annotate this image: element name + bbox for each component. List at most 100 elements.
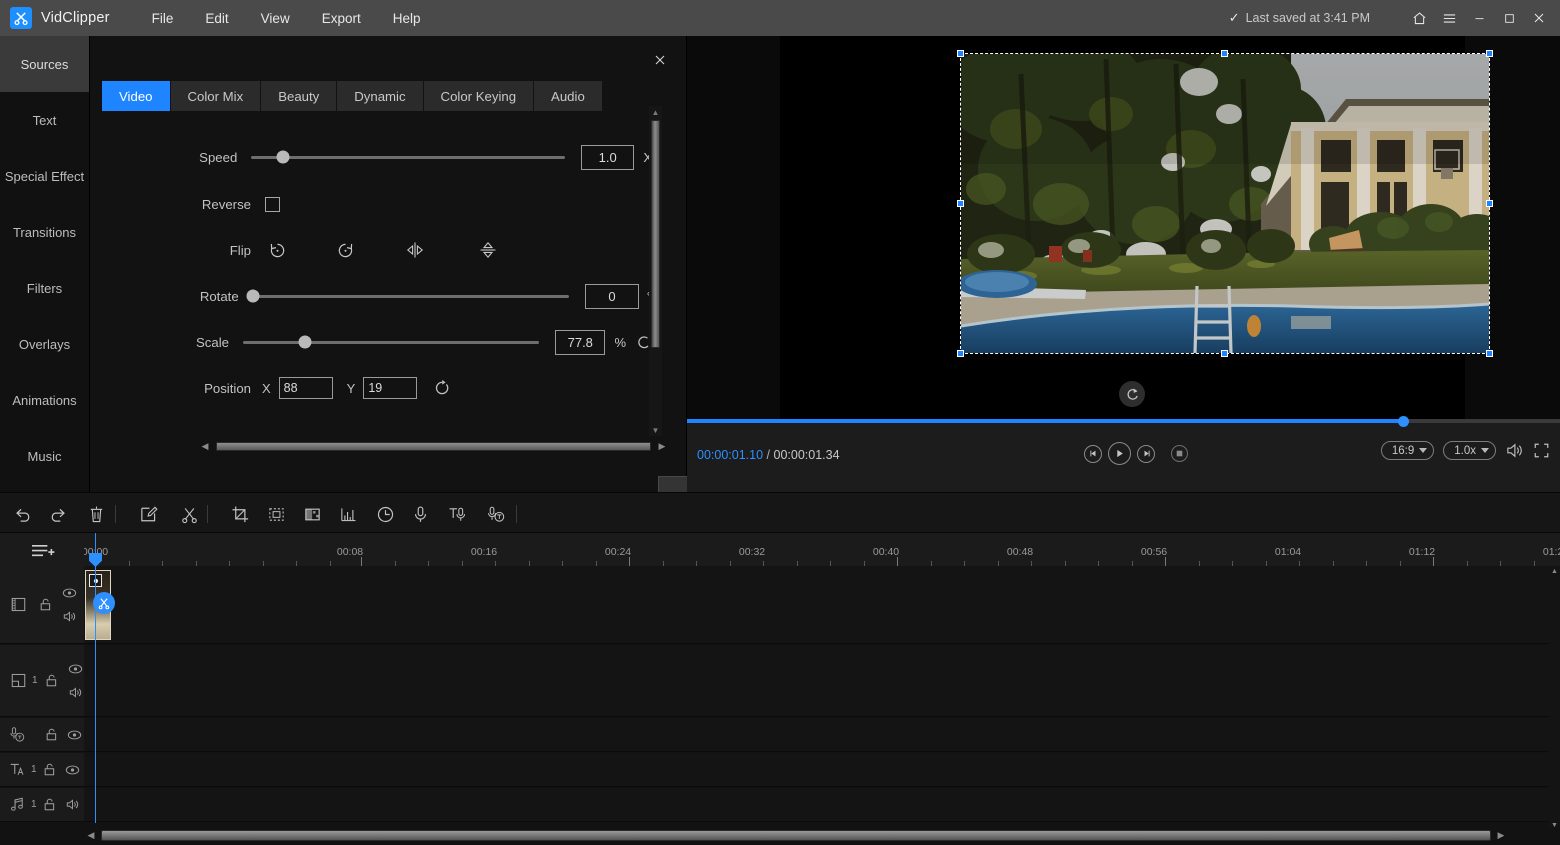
stop-button[interactable] <box>1171 445 1188 462</box>
playback-progress-bar[interactable] <box>687 416 1560 427</box>
resize-handle-bottom-right[interactable] <box>1486 350 1493 357</box>
menu-help[interactable]: Help <box>377 6 437 31</box>
speed-slider[interactable] <box>251 150 566 164</box>
video-stage[interactable] <box>780 36 1493 419</box>
split-scissors-icon[interactable] <box>93 592 115 614</box>
sidebar-item-sources[interactable]: Sources <box>0 36 89 92</box>
duration-icon[interactable] <box>372 501 398 527</box>
rotate-slider[interactable] <box>246 289 570 303</box>
menu-view[interactable]: View <box>245 6 306 31</box>
edit-icon[interactable] <box>135 501 161 527</box>
video-track-header[interactable] <box>0 566 84 644</box>
text-track-row[interactable] <box>84 753 1560 787</box>
speaker-icon[interactable] <box>62 610 77 623</box>
scrollbar-thumb[interactable] <box>216 441 651 451</box>
timeline-horizontal-scrollbar[interactable]: ◀ ▶ <box>84 827 1560 843</box>
close-icon[interactable] <box>1524 0 1554 36</box>
tab-color-mix[interactable]: Color Mix <box>170 81 261 111</box>
reverse-checkbox[interactable] <box>265 196 280 212</box>
audio-waveform-icon[interactable] <box>335 501 361 527</box>
scrollbar-thumb[interactable] <box>101 829 1491 841</box>
speaker-icon[interactable] <box>65 798 80 811</box>
sidebar-item-animations[interactable]: Animations <box>0 372 89 428</box>
sidebar-item-overlays[interactable]: Overlays <box>0 316 89 372</box>
tab-dynamic[interactable]: Dynamic <box>337 81 423 111</box>
flip-vertical-icon[interactable] <box>471 235 505 265</box>
menu-file[interactable]: File <box>136 6 190 31</box>
sidebar-item-transitions[interactable]: Transitions <box>0 204 89 260</box>
rotate-input[interactable]: 0 <box>585 283 639 309</box>
resize-handle-top-center[interactable] <box>1221 50 1228 57</box>
rotate-right-icon[interactable] <box>328 235 362 265</box>
properties-vertical-scrollbar[interactable]: ▲ ▼ <box>649 106 662 436</box>
eye-icon[interactable] <box>68 663 83 675</box>
aspect-ratio-selector[interactable]: 16:9 <box>1380 441 1435 460</box>
sidebar-item-filters[interactable]: Filters <box>0 260 89 316</box>
fullscreen-icon[interactable] <box>1533 442 1550 459</box>
scroll-down-arrow-icon[interactable]: ▼ <box>649 424 662 436</box>
properties-horizontal-scrollbar[interactable]: ◀ ▶ <box>198 439 741 453</box>
volume-icon[interactable] <box>1505 441 1524 460</box>
tab-color-keying[interactable]: Color Keying <box>423 81 534 111</box>
rotate-handle-icon[interactable] <box>1119 381 1145 407</box>
mask-icon[interactable] <box>263 501 289 527</box>
resize-handle-bottom-center[interactable] <box>1221 350 1228 357</box>
music-track-header[interactable]: 1 <box>0 788 84 822</box>
scale-input[interactable]: 77.8 <box>555 329 606 355</box>
eye-icon[interactable] <box>67 729 82 741</box>
resize-handle-bottom-left[interactable] <box>957 350 964 357</box>
scroll-up-arrow-icon[interactable]: ▲ <box>1549 566 1560 577</box>
cut-icon[interactable] <box>176 501 202 527</box>
eye-icon[interactable] <box>65 764 80 776</box>
close-icon[interactable] <box>650 50 670 70</box>
unlock-icon[interactable] <box>44 673 59 688</box>
resize-handle-top-left[interactable] <box>957 50 964 57</box>
scroll-right-arrow-icon[interactable]: ▶ <box>655 441 669 452</box>
timeline-ruler[interactable]: 00:00 00:08 00:16 00:24 00:32 00:40 00:4… <box>84 533 1560 566</box>
sticker-track-header[interactable] <box>0 718 84 752</box>
tab-video[interactable]: Video <box>102 81 170 111</box>
maximize-icon[interactable] <box>1494 0 1524 36</box>
tab-beauty[interactable]: Beauty <box>261 81 337 111</box>
text-track-header[interactable]: 1 <box>0 753 84 787</box>
unlock-icon[interactable] <box>38 597 53 612</box>
speed-input[interactable]: 1.0 <box>581 144 635 170</box>
speech-to-text-icon[interactable] <box>483 501 509 527</box>
scale-slider[interactable] <box>242 335 540 349</box>
sticker-track-row[interactable] <box>84 718 1560 752</box>
crop-icon[interactable] <box>227 501 253 527</box>
minimize-icon[interactable] <box>1464 0 1494 36</box>
unlock-icon[interactable] <box>42 762 57 777</box>
picture-in-picture-icon[interactable] <box>299 501 325 527</box>
unlock-icon[interactable] <box>44 727 59 742</box>
video-track-row[interactable] <box>84 566 1560 644</box>
text-to-speech-icon[interactable] <box>444 501 470 527</box>
playback-speed-selector[interactable]: 1.0x <box>1443 441 1496 460</box>
resize-handle-middle-right[interactable] <box>1486 200 1493 207</box>
redo-icon[interactable] <box>44 501 70 527</box>
menu-export[interactable]: Export <box>306 6 377 31</box>
next-frame-button[interactable] <box>1137 444 1155 463</box>
progress-knob[interactable] <box>1397 416 1409 427</box>
speaker-icon[interactable] <box>68 686 83 699</box>
undo-icon[interactable] <box>10 501 36 527</box>
scrollbar-thumb[interactable] <box>651 120 660 348</box>
sidebar-item-special-effect[interactable]: Special Effect <box>0 148 89 204</box>
prev-frame-button[interactable] <box>1084 444 1102 463</box>
sidebar-item-music[interactable]: Music <box>0 428 89 484</box>
record-voice-icon[interactable] <box>407 501 433 527</box>
tab-audio[interactable]: Audio <box>534 81 602 111</box>
resize-handle-top-right[interactable] <box>1486 50 1493 57</box>
resize-handle-middle-left[interactable] <box>957 200 964 207</box>
sidebar-item-text[interactable]: Text <box>0 92 89 148</box>
add-track-icon[interactable] <box>30 542 56 566</box>
overlay-track-row[interactable] <box>84 645 1560 717</box>
unlock-icon[interactable] <box>42 797 57 812</box>
delete-icon[interactable] <box>83 501 109 527</box>
eye-icon[interactable] <box>62 587 77 599</box>
overlay-track-header[interactable]: 1 <box>0 645 84 717</box>
scroll-left-arrow-icon[interactable]: ◀ <box>198 441 212 452</box>
scroll-left-arrow-icon[interactable]: ◀ <box>84 830 98 841</box>
play-button[interactable] <box>1108 442 1131 465</box>
flip-horizontal-icon[interactable] <box>398 235 432 265</box>
